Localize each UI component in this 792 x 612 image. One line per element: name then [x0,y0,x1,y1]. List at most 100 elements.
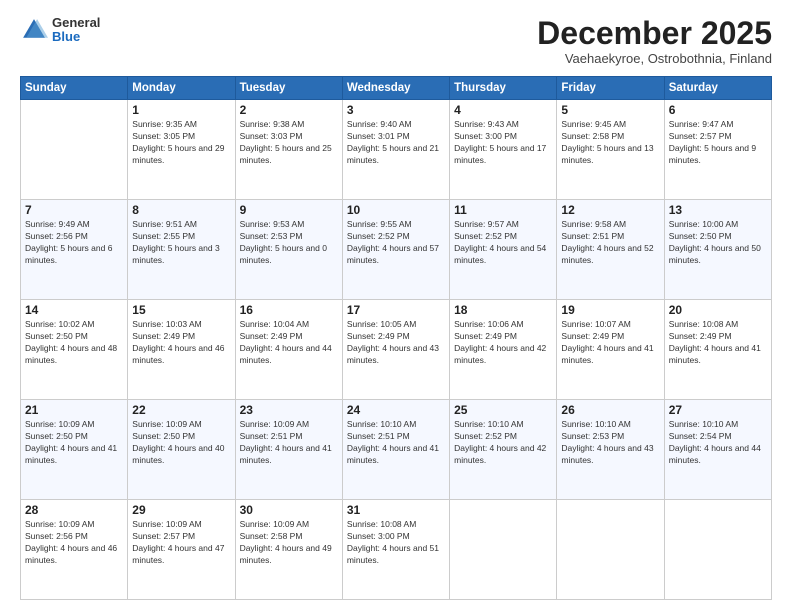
day-info: Sunrise: 10:02 AM Sunset: 2:50 PM Daylig… [25,319,123,367]
col-header-thursday: Thursday [450,77,557,100]
day-info: Sunrise: 9:58 AM Sunset: 2:51 PM Dayligh… [561,219,659,267]
day-number: 2 [240,103,338,117]
calendar-week-3: 14 Sunrise: 10:02 AM Sunset: 2:50 PM Dayl… [21,300,772,400]
col-header-wednesday: Wednesday [342,77,449,100]
day-number: 27 [669,403,767,417]
day-number: 17 [347,303,445,317]
day-info: Sunrise: 10:04 AM Sunset: 2:49 PM Daylig… [240,319,338,367]
calendar-cell: 8 Sunrise: 9:51 AM Sunset: 2:55 PM Daylig… [128,200,235,300]
subtitle: Vaehaekyroe, Ostrobothnia, Finland [537,51,772,66]
day-info: Sunrise: 9:40 AM Sunset: 3:01 PM Dayligh… [347,119,445,167]
calendar-cell: 26 Sunrise: 10:10 AM Sunset: 2:53 PM Dayl… [557,400,664,500]
calendar-cell: 9Sunrise: 9:53 AM Sunset: 2:53 PM Daylig… [235,200,342,300]
calendar-header-row: SundayMondayTuesdayWednesdayThursdayFrid… [21,77,772,100]
day-number: 25 [454,403,552,417]
day-number: 30 [240,503,338,517]
calendar-cell: 27 Sunrise: 10:10 AM Sunset: 2:54 PM Dayl… [664,400,771,500]
day-number: 15 [132,303,230,317]
day-number: 28 [25,503,123,517]
calendar-cell: 10 Sunrise: 9:55 AM Sunset: 2:52 PM Dayli… [342,200,449,300]
calendar-cell: 4 Sunrise: 9:43 AM Sunset: 3:00 PM Daylig… [450,100,557,200]
day-info: Sunrise: 9:47 AM Sunset: 2:57 PM Dayligh… [669,119,767,167]
day-info: Sunrise: 10:05 AM Sunset: 2:49 PM Daylig… [347,319,445,367]
calendar-cell: 17 Sunrise: 10:05 AM Sunset: 2:49 PM Dayl… [342,300,449,400]
calendar-cell: 24Sunrise: 10:10 AM Sunset: 2:51 PM Dayl… [342,400,449,500]
calendar-cell: 13 Sunrise: 10:00 AM Sunset: 2:50 PM Dayl… [664,200,771,300]
day-info: Sunrise: 9:57 AM Sunset: 2:52 PM Dayligh… [454,219,552,267]
day-number: 4 [454,103,552,117]
calendar-cell: 18 Sunrise: 10:06 AM Sunset: 2:49 PM Dayl… [450,300,557,400]
day-info: Sunrise: 10:07 AM Sunset: 2:49 PM Daylig… [561,319,659,367]
day-number: 16 [240,303,338,317]
calendar-cell: 31 Sunrise: 10:08 AM Sunset: 3:00 PM Dayl… [342,500,449,600]
calendar-cell: 14 Sunrise: 10:02 AM Sunset: 2:50 PM Dayl… [21,300,128,400]
day-info: Sunrise: 9:49 AM Sunset: 2:56 PM Dayligh… [25,219,123,267]
calendar-cell: 30 Sunrise: 10:09 AM Sunset: 2:58 PM Dayl… [235,500,342,600]
title-block: December 2025 Vaehaekyroe, Ostrobothnia,… [537,16,772,66]
calendar-cell: 16 Sunrise: 10:04 AM Sunset: 2:49 PM Dayl… [235,300,342,400]
day-number: 6 [669,103,767,117]
day-info: Sunrise: 10:08 AM Sunset: 3:00 PM Daylig… [347,519,445,567]
day-info: Sunrise: 9:35 AM Sunset: 3:05 PM Dayligh… [132,119,230,167]
day-info: Sunrise: 10:10 AM Sunset: 2:54 PM Daylig… [669,419,767,467]
day-info: Sunrise: 10:08 AM Sunset: 2:49 PM Daylig… [669,319,767,367]
logo: General Blue [20,16,100,45]
calendar-cell: 7 Sunrise: 9:49 AM Sunset: 2:56 PM Daylig… [21,200,128,300]
day-number: 21 [25,403,123,417]
logo-text: General Blue [52,16,100,45]
calendar-cell: 6 Sunrise: 9:47 AM Sunset: 2:57 PM Daylig… [664,100,771,200]
calendar-cell: 29 Sunrise: 10:09 AM Sunset: 2:57 PM Dayl… [128,500,235,600]
day-info: Sunrise: 10:09 AM Sunset: 2:50 PM Daylig… [132,419,230,467]
day-info: Sunrise: 10:09 AM Sunset: 2:50 PM Daylig… [25,419,123,467]
col-header-sunday: Sunday [21,77,128,100]
calendar-cell: 1 Sunrise: 9:35 AM Sunset: 3:05 PM Daylig… [128,100,235,200]
day-info: Sunrise: 9:53 AM Sunset: 2:53 PM Dayligh… [240,219,338,267]
day-number: 18 [454,303,552,317]
calendar-cell [21,100,128,200]
day-info: Sunrise: 10:10 AM Sunset: 2:52 PM Daylig… [454,419,552,467]
calendar-cell [557,500,664,600]
day-info: Sunrise: 9:51 AM Sunset: 2:55 PM Dayligh… [132,219,230,267]
day-number: 7 [25,203,123,217]
col-header-saturday: Saturday [664,77,771,100]
page: General Blue December 2025 Vaehaekyroe, … [0,0,792,612]
calendar-cell: 15Sunrise: 10:03 AM Sunset: 2:49 PM Dayl… [128,300,235,400]
calendar-cell: 21 Sunrise: 10:09 AM Sunset: 2:50 PM Dayl… [21,400,128,500]
day-number: 23 [240,403,338,417]
calendar-cell: 28 Sunrise: 10:09 AM Sunset: 2:56 PM Dayl… [21,500,128,600]
day-info: Sunrise: 10:06 AM Sunset: 2:49 PM Daylig… [454,319,552,367]
day-number: 12 [561,203,659,217]
calendar-week-2: 7 Sunrise: 9:49 AM Sunset: 2:56 PM Daylig… [21,200,772,300]
day-number: 29 [132,503,230,517]
calendar-cell: 20Sunrise: 10:08 AM Sunset: 2:49 PM Dayl… [664,300,771,400]
calendar-cell: 12 Sunrise: 9:58 AM Sunset: 2:51 PM Dayli… [557,200,664,300]
day-info: Sunrise: 10:10 AM Sunset: 2:53 PM Daylig… [561,419,659,467]
calendar-cell: 19 Sunrise: 10:07 AM Sunset: 2:49 PM Dayl… [557,300,664,400]
day-number: 26 [561,403,659,417]
calendar-week-5: 28 Sunrise: 10:09 AM Sunset: 2:56 PM Dayl… [21,500,772,600]
day-number: 10 [347,203,445,217]
logo-general: General [52,16,100,30]
day-number: 13 [669,203,767,217]
day-info: Sunrise: 10:09 AM Sunset: 2:56 PM Daylig… [25,519,123,567]
header: General Blue December 2025 Vaehaekyroe, … [20,16,772,66]
day-info: Sunrise: 10:09 AM Sunset: 2:57 PM Daylig… [132,519,230,567]
calendar-cell: 3Sunrise: 9:40 AM Sunset: 3:01 PM Daylig… [342,100,449,200]
day-info: Sunrise: 10:09 AM Sunset: 2:58 PM Daylig… [240,519,338,567]
calendar-week-1: 1 Sunrise: 9:35 AM Sunset: 3:05 PM Daylig… [21,100,772,200]
day-info: Sunrise: 9:55 AM Sunset: 2:52 PM Dayligh… [347,219,445,267]
day-info: Sunrise: 9:43 AM Sunset: 3:00 PM Dayligh… [454,119,552,167]
day-number: 31 [347,503,445,517]
calendar-cell [664,500,771,600]
day-number: 5 [561,103,659,117]
day-info: Sunrise: 10:00 AM Sunset: 2:50 PM Daylig… [669,219,767,267]
day-number: 22 [132,403,230,417]
day-number: 19 [561,303,659,317]
day-number: 14 [25,303,123,317]
calendar-week-4: 21 Sunrise: 10:09 AM Sunset: 2:50 PM Dayl… [21,400,772,500]
day-number: 8 [132,203,230,217]
calendar-cell: 5Sunrise: 9:45 AM Sunset: 2:58 PM Daylig… [557,100,664,200]
day-number: 1 [132,103,230,117]
day-info: Sunrise: 10:10 AM Sunset: 2:51 PM Daylig… [347,419,445,467]
month-title: December 2025 [537,16,772,51]
